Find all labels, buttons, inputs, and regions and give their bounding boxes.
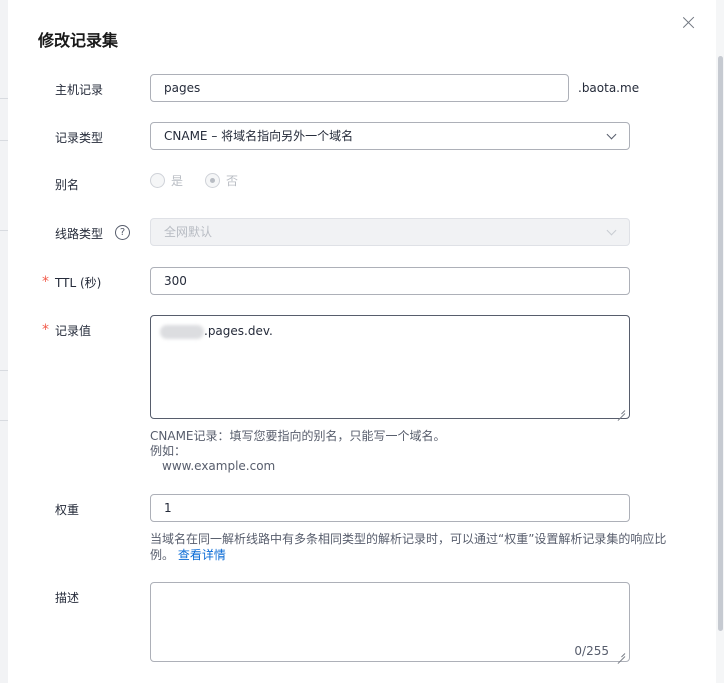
record-value-label: 记录值 xyxy=(55,324,92,338)
dialog-title: 修改记录集 xyxy=(38,31,119,50)
host-record-label: 主机记录 xyxy=(55,83,104,97)
radio-icon xyxy=(150,173,165,188)
radio-checked-icon xyxy=(205,173,221,188)
edit-record-dialog: 修改记录集 主机记录 pages .baota.me 记录类型 CNAME – … xyxy=(8,0,716,683)
record-value-text: .pages.dev. xyxy=(204,324,273,338)
line-type-value: 全网默认 xyxy=(164,225,213,239)
record-value-hint: CNAME记录：填写您要指向的别名，只能写一个域名。 xyxy=(150,429,446,443)
chevron-down-icon xyxy=(606,225,617,236)
record-value-hint-example: 例如： xyxy=(150,444,187,458)
record-value-textarea[interactable]: .pages.dev. xyxy=(150,315,630,419)
weight-hint: 当域名在同一解析线路中有多条相同类型的解析记录时，可以通过“权重”设置解析记录集… xyxy=(150,532,667,546)
scrollbar-thumb[interactable] xyxy=(718,56,723,631)
weight-hint-end: 例。 查看详情 xyxy=(150,548,226,563)
char-counter: 0/255 xyxy=(574,644,609,658)
record-type-select[interactable]: CNAME – 将域名指向另外一个域名 xyxy=(150,122,630,150)
alias-option-yes-label: 是 xyxy=(171,174,184,188)
alias-option-no[interactable]: 否 xyxy=(205,172,238,189)
view-details-link[interactable]: 查看详情 xyxy=(178,548,226,562)
alias-radio-group: 是 否 xyxy=(150,172,238,189)
help-circle-icon[interactable]: ? xyxy=(115,225,130,240)
page-backdrop-left xyxy=(0,0,8,683)
alias-label: 别名 xyxy=(55,178,80,192)
required-mark: * xyxy=(42,322,49,338)
line-type-label: 线路类型 xyxy=(55,227,104,241)
resize-grip-icon[interactable] xyxy=(617,649,625,657)
redacted-text xyxy=(160,324,204,339)
domain-suffix: .baota.me xyxy=(578,81,640,95)
ttl-label: TTL (秒) xyxy=(55,276,102,290)
chevron-down-icon xyxy=(606,129,617,140)
resize-grip-icon[interactable] xyxy=(617,406,625,414)
page-scrollbar[interactable] xyxy=(716,0,724,683)
weight-input[interactable]: 1 xyxy=(150,494,630,522)
line-type-select: 全网默认 xyxy=(150,218,630,246)
record-type-label: 记录类型 xyxy=(55,131,104,145)
alias-option-yes[interactable]: 是 xyxy=(150,172,183,189)
host-record-input[interactable]: pages xyxy=(150,74,569,102)
description-textarea[interactable]: 0/255 xyxy=(150,582,630,662)
weight-hint-tail: 例。 xyxy=(150,548,175,562)
close-icon[interactable] xyxy=(680,14,698,32)
ttl-input[interactable]: 300 xyxy=(150,267,630,295)
record-value-hint-example-value: www.example.com xyxy=(162,459,276,473)
weight-label: 权重 xyxy=(55,503,80,517)
alias-option-no-label: 否 xyxy=(226,174,239,188)
record-type-value: CNAME – 将域名指向另外一个域名 xyxy=(164,129,354,143)
required-mark: * xyxy=(42,274,49,290)
description-label: 描述 xyxy=(55,591,80,605)
